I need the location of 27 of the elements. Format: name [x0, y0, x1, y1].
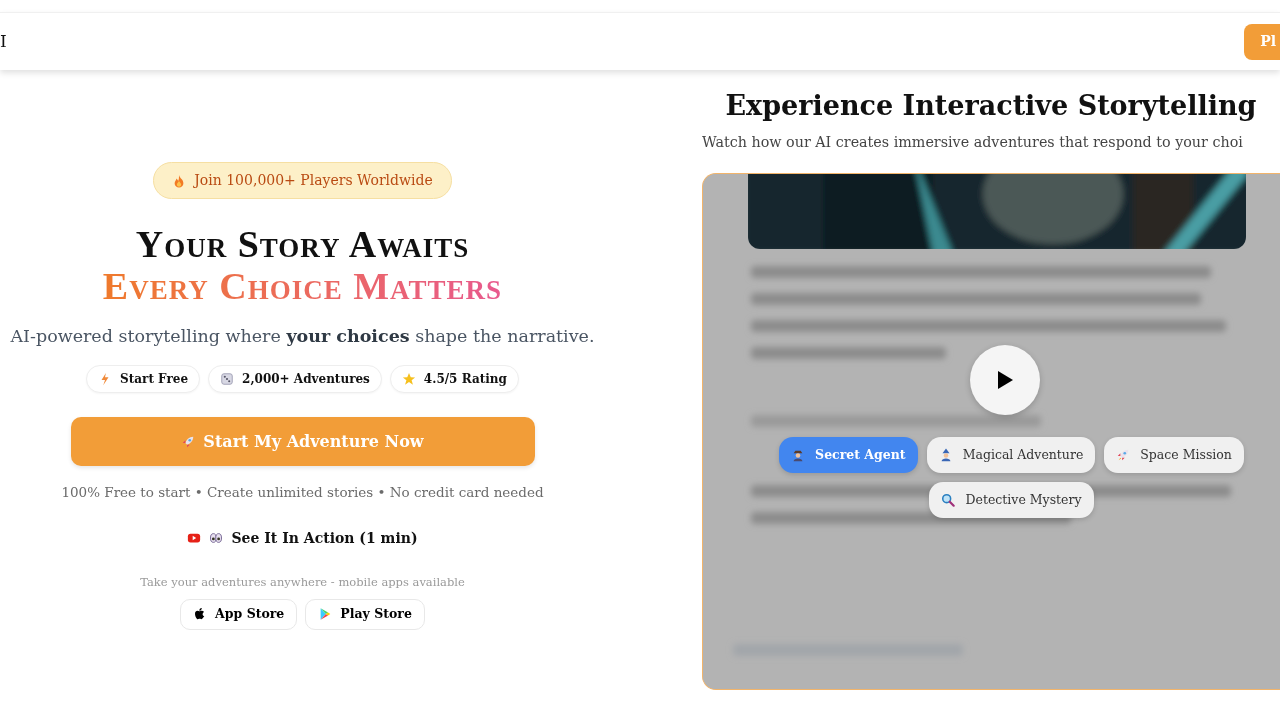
brand-name[interactable]: I	[0, 33, 7, 50]
hero-title: Your Story Awaits	[135, 223, 470, 265]
section-subheading: Watch how our AI creates immersive adventures that respond to your choi	[702, 133, 1244, 152]
app-store-button[interactable]: Play Store	[305, 598, 425, 630]
star-icon	[401, 372, 416, 387]
hero-subtitle: AI-powered storytelling where your choices shape the narrative.	[10, 325, 595, 348]
badge-text: Join 100,000+ Players Worldwide	[194, 171, 433, 190]
rocket-icon	[181, 434, 196, 449]
section-heading: Experience Interactive Storytelling	[724, 89, 1258, 123]
dice-icon	[220, 372, 235, 387]
story-choice-chip[interactable]: Secret Agent	[779, 437, 918, 474]
video-link[interactable]: See It In Action (1 min)	[181, 526, 424, 550]
story-choice-chip[interactable]: Detective Mystery	[929, 482, 1094, 519]
play-icon	[996, 370, 1014, 391]
search-icon	[941, 493, 956, 508]
feature-label: 4.5/5 Rating	[423, 371, 507, 389]
story-choice-chip[interactable]: Magical Adventure	[926, 437, 1096, 474]
story-choice-chip[interactable]: Space Mission	[1104, 437, 1244, 474]
youtube-icon	[187, 531, 202, 545]
eyes-icon	[209, 531, 224, 545]
cta-note: 100% Free to start • Create unlimited stories • No credit card needed	[61, 483, 544, 503]
feature-label: Start Free	[120, 371, 189, 389]
play-store-icon	[318, 607, 333, 622]
apps-note: Take your adventures anywhere - mobile apps available	[140, 573, 465, 591]
feature-label: 2,000+ Adventures	[242, 371, 370, 389]
rocket-icon	[1116, 448, 1131, 463]
app-store-button[interactable]: App Store	[180, 598, 298, 630]
